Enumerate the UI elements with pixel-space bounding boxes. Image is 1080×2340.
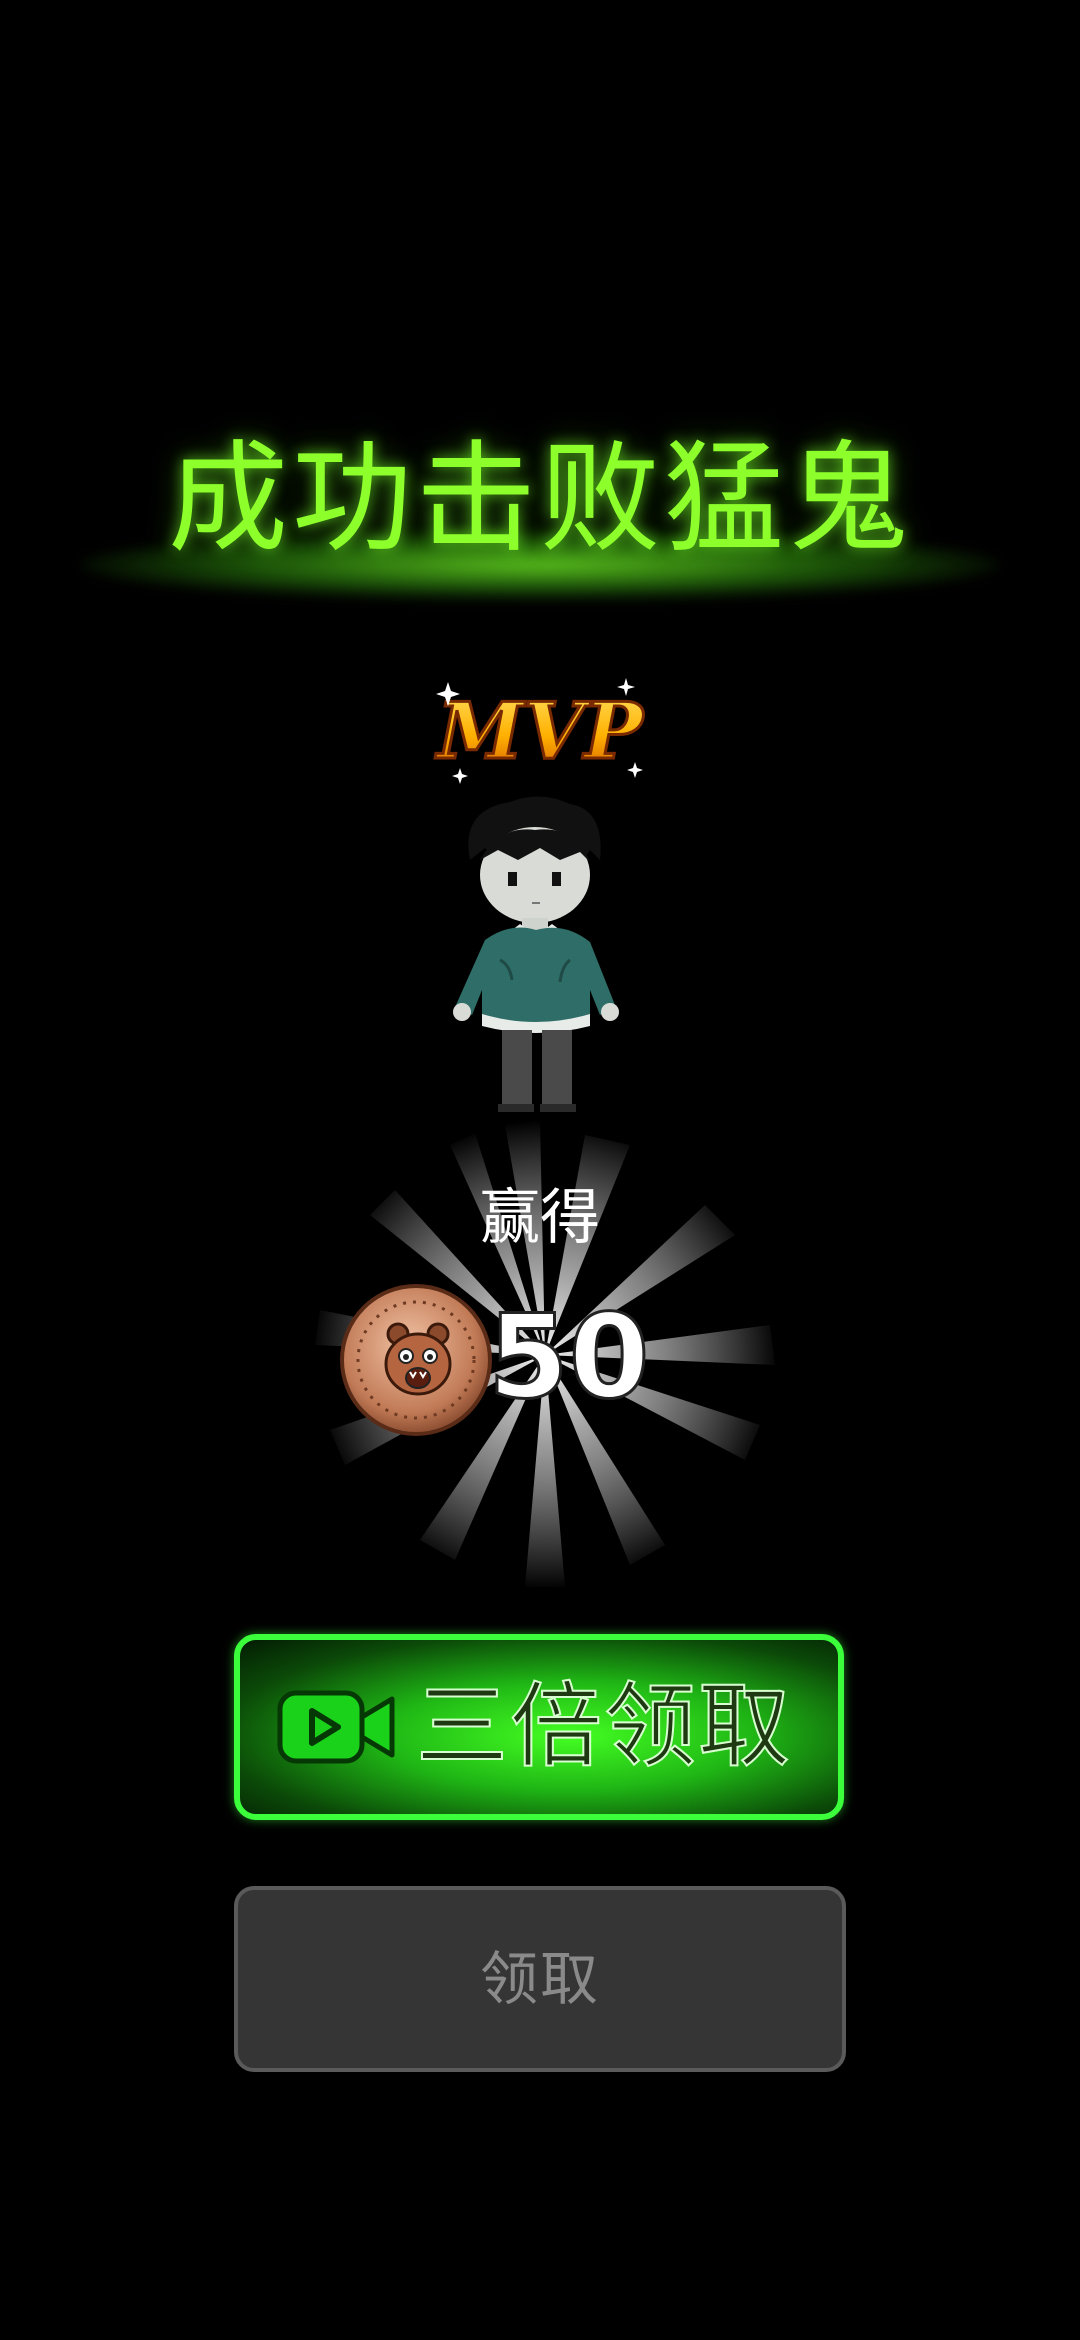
triple-claim-button[interactable]: 三倍领取 — [234, 1634, 844, 1820]
video-icon — [276, 1679, 396, 1775]
reward-amount: 50 — [487, 1289, 651, 1427]
bear-coin-icon — [338, 1282, 494, 1438]
reward-label: 赢得 — [480, 1183, 600, 1253]
victory-title-block: 成功击败猛鬼 — [60, 420, 1020, 600]
claim-button[interactable]: 领取 — [234, 1886, 846, 2072]
claim-label: 领取 — [479, 1945, 600, 2013]
mvp-badge-icon: MVP — [430, 670, 650, 790]
mvp-badge-text: MVP — [434, 686, 645, 777]
player-character — [440, 790, 640, 1120]
triple-claim-label: 三倍领取 — [415, 1672, 793, 1781]
victory-title: 成功击败猛鬼 — [168, 430, 912, 569]
